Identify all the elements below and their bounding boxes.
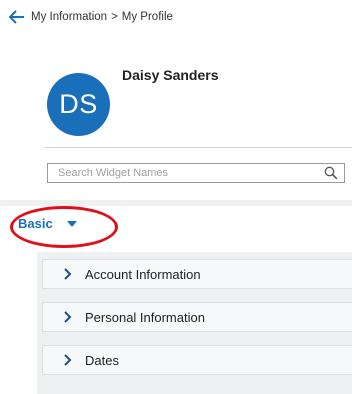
section-label: Dates	[85, 352, 119, 368]
breadcrumb-item-my-information[interactable]: My Information	[31, 11, 107, 23]
caret-down-icon	[66, 220, 77, 228]
arrow-left-icon[interactable]	[9, 10, 25, 24]
section-label: Personal Information	[85, 309, 205, 325]
breadcrumb: My Information > My Profile	[9, 8, 173, 26]
section-personal-information[interactable]: Personal Information	[42, 302, 352, 332]
avatar: DS	[47, 73, 110, 136]
view-selector-dropdown[interactable]: Basic	[18, 216, 77, 231]
search-icon[interactable]	[324, 166, 338, 180]
breadcrumb-separator: >	[111, 11, 118, 23]
section-account-information[interactable]: Account Information	[42, 259, 352, 289]
section-label: Account Information	[85, 266, 201, 282]
divider	[44, 147, 352, 148]
avatar-initials: DS	[59, 89, 98, 119]
chevron-right-icon	[63, 268, 73, 280]
breadcrumb-item-my-profile: My Profile	[121, 11, 173, 23]
view-selector-label: Basic	[18, 216, 53, 231]
profile-name: Daisy Sanders	[122, 67, 219, 83]
search-input[interactable]	[48, 164, 324, 182]
section-divider-band	[0, 200, 352, 206]
search-box	[47, 163, 345, 183]
chevron-right-icon	[63, 354, 73, 366]
section-dates[interactable]: Dates	[42, 345, 352, 375]
chevron-right-icon	[63, 311, 73, 323]
